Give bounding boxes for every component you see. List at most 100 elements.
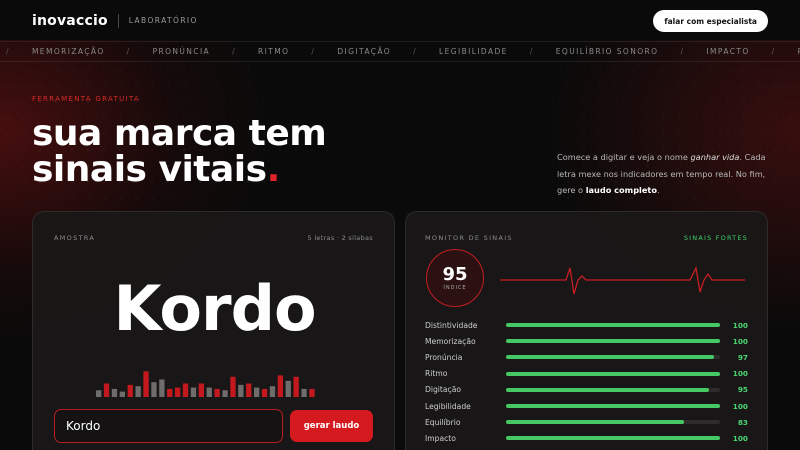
brand-logo[interactable]: inovaccio	[32, 13, 108, 29]
letter-bar	[238, 384, 244, 397]
letter-bar	[135, 386, 141, 397]
metric-label: Distintividade	[425, 320, 478, 330]
monitor-label: MONITOR DE SINAIS	[425, 234, 513, 242]
metric-track	[506, 323, 720, 327]
metric-label: Equilíbrio	[425, 417, 461, 427]
desc-strong: laudo completo	[585, 185, 657, 195]
desc-emphasis: ganhar vida	[690, 152, 740, 162]
letter-bar	[175, 387, 181, 397]
letter-bar	[151, 382, 157, 397]
letter-bars-chart	[96, 371, 315, 397]
ticker-separator: /	[680, 47, 685, 56]
letter-bar	[103, 383, 110, 397]
metric-fill	[506, 339, 720, 344]
letter-bar	[143, 371, 149, 397]
metric-label: Digitação	[425, 385, 461, 395]
headline-dot: .	[266, 149, 281, 190]
letter-bar	[111, 388, 118, 397]
metric-row: Impacto 100	[425, 432, 748, 444]
letter-bar	[198, 383, 204, 397]
ticker-separator: /	[311, 47, 316, 56]
letter-bar	[254, 387, 260, 397]
letter-bar	[309, 388, 315, 397]
metric-track	[506, 355, 720, 360]
ticker-item: PRONÚNCIA	[152, 47, 211, 56]
metric-row: Legibilidade 100	[425, 400, 748, 412]
desc-part: Comece a digitar e veja o nome	[557, 152, 691, 162]
metric-track	[506, 387, 720, 392]
metric-value: 100	[732, 336, 748, 346]
metric-row: Pronúncia 97	[425, 351, 748, 363]
metric-row: Memorização 100	[425, 335, 748, 347]
metric-row: Digitação 95	[425, 384, 748, 396]
metric-label: Memorização	[425, 336, 476, 346]
status-badge: SINAIS FORTES	[683, 234, 748, 242]
letter-bar	[293, 376, 299, 397]
ticker-item: LEGIBILIDADE	[439, 47, 508, 56]
score-value: 95	[442, 264, 468, 285]
letter-bar	[269, 386, 276, 397]
ticker-item: RITMO	[258, 47, 290, 56]
metric-fill	[506, 420, 684, 425]
metric-fill	[506, 436, 720, 441]
metric-track	[506, 420, 720, 425]
letter-bar	[222, 390, 228, 397]
ticker-separator: /	[413, 47, 418, 56]
letter-bar	[261, 388, 268, 397]
letter-bar	[206, 387, 212, 397]
sample-word: Kordo	[113, 272, 316, 345]
contact-specialist-button[interactable]: falar com especialista	[653, 10, 768, 32]
metric-value: 100	[732, 369, 748, 379]
metric-fill	[506, 371, 720, 376]
ticker-separator: /	[6, 47, 10, 56]
letter-bar	[159, 379, 165, 397]
metric-label: Impacto	[425, 433, 456, 443]
letter-bar	[96, 390, 102, 397]
generate-report-button[interactable]: gerar laudo	[290, 410, 373, 442]
ticker-item: EQUILÍBRIO SONORO	[555, 47, 659, 56]
letter-bar	[127, 384, 133, 397]
ticker-separator: /	[232, 47, 237, 56]
metric-label: Pronúncia	[425, 352, 463, 362]
metric-track	[506, 371, 720, 376]
metric-value: 100	[732, 401, 748, 411]
ticker-separator: /	[529, 47, 534, 56]
letter-bar	[119, 391, 125, 397]
metrics-ticker: / MEMORIZAÇÃO / PRONÚNCIA / RITMO / DIGITAÇÃO / L…	[0, 42, 800, 62]
letter-bar	[277, 375, 283, 397]
metric-value: 100	[732, 433, 748, 443]
ticker-item: MEMORIZAÇÃO	[31, 47, 105, 56]
metric-value: 97	[737, 352, 748, 362]
sample-meta: 5 letras · 2 sílabas	[307, 234, 373, 242]
hero-eyebrow: FERRAMENTA GRATUITA	[32, 95, 141, 103]
hero-headline: sua marca tem sinais vitais.	[32, 116, 327, 190]
metric-row: Distintividade 100	[425, 319, 748, 331]
metric-track	[506, 436, 720, 441]
logo-divider	[117, 13, 119, 28]
letter-bar	[182, 383, 189, 397]
hero-description: Comece a digitar e veja o nome ganhar vi…	[557, 149, 767, 199]
metric-fill	[506, 355, 714, 360]
brand-name-input[interactable]	[54, 409, 283, 443]
metric-track	[506, 404, 720, 408]
ticker-item: IMPACTO	[706, 47, 750, 56]
letter-bar	[190, 387, 197, 397]
ticker-item: DIGITAÇÃO	[337, 47, 392, 56]
heartbeat-line-icon	[500, 265, 745, 295]
letter-bar	[301, 388, 307, 397]
score-label: ÍNDICE	[443, 285, 467, 291]
metric-value: 95	[737, 385, 748, 395]
letter-bar	[214, 388, 220, 397]
metric-row: Ritmo 100	[425, 368, 748, 380]
letter-bar	[230, 376, 236, 397]
metric-track	[506, 339, 720, 344]
score-ring: 95 ÍNDICE	[426, 249, 484, 307]
letter-bar	[285, 380, 291, 397]
metric-fill	[506, 387, 710, 392]
sample-label: AMOSTRA	[54, 234, 96, 242]
letter-bar	[167, 388, 173, 397]
top-navigation: inovaccio LABORATÓRIO falar com especial…	[0, 0, 800, 42]
metric-fill	[506, 323, 720, 327]
section-label: LABORATÓRIO	[128, 16, 198, 25]
metric-value: 83	[737, 417, 748, 427]
